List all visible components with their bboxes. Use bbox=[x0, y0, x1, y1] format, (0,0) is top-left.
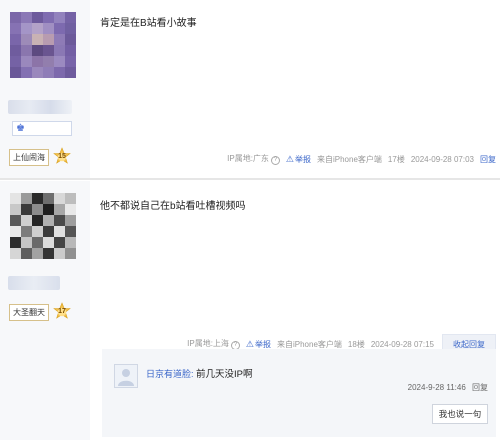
sub-reply-button[interactable]: 回复 bbox=[472, 383, 488, 392]
floor-number: 17楼 bbox=[387, 154, 405, 164]
post-divider bbox=[0, 178, 500, 180]
username-blurred[interactable] bbox=[8, 276, 60, 290]
reply-link[interactable]: 回复 bbox=[480, 154, 496, 165]
username-blurred[interactable] bbox=[8, 100, 72, 114]
report-label: 举报 bbox=[255, 339, 271, 349]
avatar[interactable] bbox=[10, 193, 76, 259]
sub-reply-panel: 日京有道脸: 前几天没IP啊 2024-9-28 11:46 回复 我也说一句 bbox=[102, 349, 496, 437]
grade-name: 上仙闹海 bbox=[9, 148, 49, 166]
blurred-avatar-image bbox=[10, 193, 76, 259]
post-content: 他不都说自己在b站看吐槽视频吗 bbox=[100, 201, 246, 212]
post-time: 2024-09-28 07:03 bbox=[410, 154, 474, 164]
grade-level: 15 bbox=[58, 153, 66, 160]
post-time: 2024-09-28 07:15 bbox=[370, 339, 434, 349]
warning-icon: ⚠ bbox=[285, 153, 294, 164]
post-tail: IP属地:广东? ⚠举报 来自iPhone客户端 17楼 2024-09-28 … bbox=[221, 153, 496, 165]
grade-badge[interactable]: 上仙闹海 15 bbox=[9, 147, 72, 167]
sub-reply-line: 日京有道脸: 前几天没IP啊 bbox=[146, 366, 253, 380]
blurred-avatar-image bbox=[10, 12, 76, 78]
sub-reply-username[interactable]: 日京有道脸: bbox=[146, 369, 194, 379]
sub-reply-text: 前几天没IP啊 bbox=[196, 369, 253, 380]
author-column: 大圣翻天 17 bbox=[0, 181, 90, 440]
ip-location: IP属地:广东? bbox=[227, 153, 280, 165]
sub-reply-time: 2024-9-28 11:46 bbox=[407, 383, 466, 392]
say-something-button[interactable]: 我也说一句 bbox=[432, 404, 488, 424]
post-content: 肯定是在B站看小故事 bbox=[100, 18, 197, 29]
member-badge[interactable]: ♚ bbox=[12, 121, 72, 136]
grade-level: 17 bbox=[58, 308, 66, 315]
default-avatar-icon bbox=[118, 369, 134, 386]
help-icon[interactable]: ? bbox=[270, 156, 280, 165]
grade-name: 大圣翻天 bbox=[9, 303, 49, 321]
sub-reply-avatar[interactable] bbox=[114, 364, 138, 388]
report-link[interactable]: ⚠举报 bbox=[286, 154, 311, 165]
ip-label: IP属地:上海 bbox=[187, 339, 229, 348]
author-column: ♚ 上仙闹海 15 bbox=[0, 0, 90, 178]
avatar[interactable] bbox=[10, 12, 76, 78]
post-17: ♚ 上仙闹海 15 肯定是在B站看小故事 IP属地:广东? ⚠举报 来自iPho… bbox=[0, 0, 500, 178]
ip-label: IP属地:广东 bbox=[227, 154, 269, 163]
floor-number: 18楼 bbox=[347, 339, 365, 349]
report-label: 举报 bbox=[295, 154, 311, 164]
client-source: 来自iPhone客户端 bbox=[317, 154, 382, 164]
level-star-icon: 17 bbox=[52, 302, 72, 322]
sub-reply-meta: 2024-9-28 11:46 回复 bbox=[408, 382, 488, 393]
warning-icon: ⚠ bbox=[245, 338, 254, 349]
grade-badge[interactable]: 大圣翻天 17 bbox=[9, 302, 72, 322]
crown-icon: ♚ bbox=[16, 123, 25, 134]
level-star-icon: 15 bbox=[52, 147, 72, 167]
report-link[interactable]: ⚠举报 bbox=[246, 339, 271, 350]
client-source: 来自iPhone客户端 bbox=[277, 339, 342, 349]
